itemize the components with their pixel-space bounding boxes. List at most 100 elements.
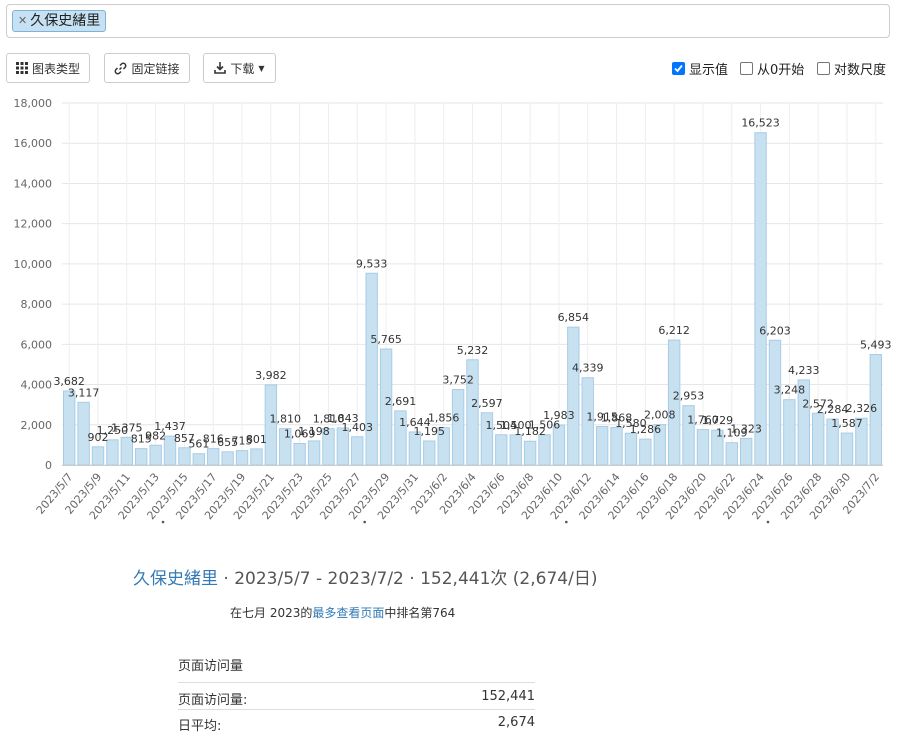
bar [523, 440, 537, 466]
chart-type-label: 图表类型 [31, 61, 80, 76]
remove-tag-icon[interactable]: ✕ [18, 11, 27, 31]
from-zero-label: 从0开始 [757, 63, 805, 78]
permalink-button[interactable]: 固定链接 [104, 53, 190, 83]
bar-value-label: 1,856 [428, 412, 460, 425]
from-zero-option[interactable]: 从0开始 [740, 59, 804, 78]
bar [423, 440, 436, 466]
stats-title: 页面访问量 [178, 659, 244, 674]
x-tick-marker [766, 520, 770, 524]
stats-value: 2,674 [497, 715, 535, 730]
bar [696, 429, 710, 466]
stats-divider [178, 682, 535, 683]
permalink-label: 固定链接 [131, 61, 180, 76]
bar [149, 444, 162, 466]
checkmark-icon [674, 64, 683, 73]
download-label: 下载 [230, 61, 255, 76]
log-scale-checkbox[interactable] [817, 62, 830, 75]
bar-value-label: 1,198 [298, 425, 330, 438]
log-scale-label: 对数尺度 [834, 63, 887, 78]
stats-label: 日平均: [178, 719, 222, 734]
summary-line: 久保史緒里 · 2023/5/7 - 2023/7/2 · 152,441次 (… [133, 564, 597, 589]
search-input[interactable]: ✕ 久保史緒里 [6, 4, 890, 38]
bar-value-label: 6,212 [658, 324, 690, 337]
bar [221, 451, 234, 466]
y-tick-label: 8,000 [21, 298, 53, 311]
y-tick-label: 4,000 [21, 379, 53, 392]
stats-value: 152,441 [481, 689, 535, 704]
rank-line: 在七月 2023的最多查看页面中排名第764 [230, 604, 455, 621]
bar [365, 272, 378, 466]
stats-row-daily-average: 日平均: 2,674 [178, 715, 535, 734]
top-viewed-link[interactable]: 最多查看页面 [312, 606, 384, 620]
x-tick-marker [161, 520, 165, 524]
rank-prefix: 在七月 2023的 [230, 606, 313, 620]
bar [235, 450, 249, 466]
bar [610, 426, 623, 466]
download-button[interactable]: 下载 ▼ [203, 53, 276, 83]
bar [451, 389, 465, 466]
bar-value-label: 2,953 [673, 390, 705, 403]
bar-value-label: 2,008 [644, 409, 676, 422]
y-tick-label: 2,000 [21, 419, 53, 432]
bar [739, 437, 753, 466]
bar-value-label: 2,691 [385, 395, 417, 408]
summary-separator: · [403, 569, 421, 589]
y-tick-label: 16,000 [14, 137, 53, 150]
article-tag-label: 久保史緒里 [30, 13, 101, 29]
bar-value-label: 2,326 [846, 402, 878, 415]
grid-icon [15, 62, 28, 74]
bar [768, 339, 782, 466]
stats-divider [178, 709, 535, 710]
bar-value-label: 801 [246, 433, 267, 446]
chart-type-button[interactable]: 图表类型 [6, 53, 90, 83]
bar-value-label: 2,284 [817, 403, 849, 416]
y-tick-label: 10,000 [14, 258, 53, 271]
bar [495, 434, 508, 466]
bar-value-label: 1,403 [342, 421, 374, 434]
log-scale-option[interactable]: 对数尺度 [817, 59, 886, 78]
bar [293, 443, 306, 466]
bar [192, 453, 206, 466]
bar [811, 412, 825, 466]
total-views: 152,441次 (2,674/日) [420, 569, 598, 589]
caret-down-icon: ▼ [258, 63, 265, 73]
bar [307, 440, 321, 466]
bar-value-label: 9,533 [356, 257, 388, 270]
bar [538, 434, 551, 466]
bar [63, 390, 76, 466]
bar-value-label: 3,752 [442, 374, 474, 387]
summary-separator: · [218, 569, 235, 589]
bar [351, 436, 364, 466]
y-tick-label: 6,000 [21, 338, 53, 351]
article-title-link[interactable]: 久保史緒里 [133, 569, 218, 589]
bar-value-label: 1,286 [630, 423, 662, 436]
bar [624, 432, 638, 466]
y-tick-label: 0 [45, 459, 52, 472]
bar-value-label: 4,233 [788, 364, 820, 377]
y-tick-label: 18,000 [14, 97, 53, 110]
bar-value-label: 1,323 [730, 422, 762, 435]
show-values-option[interactable]: 显示值 [672, 59, 728, 78]
bar-value-label: 1,195 [414, 425, 446, 438]
bar-value-label: 1,810 [270, 413, 302, 426]
bar [754, 132, 767, 466]
bar-value-label: 1,729 [702, 414, 734, 427]
bar [135, 448, 148, 466]
bar-value-label: 3,982 [255, 369, 287, 382]
bar [639, 438, 652, 466]
show-values-checkbox[interactable] [672, 62, 685, 75]
article-tag[interactable]: ✕ 久保史緒里 [12, 10, 107, 32]
from-zero-checkbox[interactable] [740, 62, 753, 75]
bar-value-label: 5,232 [457, 344, 489, 357]
date-range: 2023/5/7 - 2023/7/2 [234, 569, 404, 589]
bar [509, 434, 522, 466]
bar [595, 425, 609, 466]
bar [725, 442, 738, 466]
bar-value-label: 16,523 [741, 117, 780, 130]
bar-value-label: 4,339 [572, 362, 604, 375]
bar-value-label: 1,587 [831, 417, 863, 430]
link-icon [115, 62, 127, 74]
bar [91, 446, 105, 466]
bar [567, 326, 580, 466]
pageviews-bar-chart: 0 2,000 4,000 6,000 8,000 10,000 12,000 14,000 1… [14, 97, 892, 524]
